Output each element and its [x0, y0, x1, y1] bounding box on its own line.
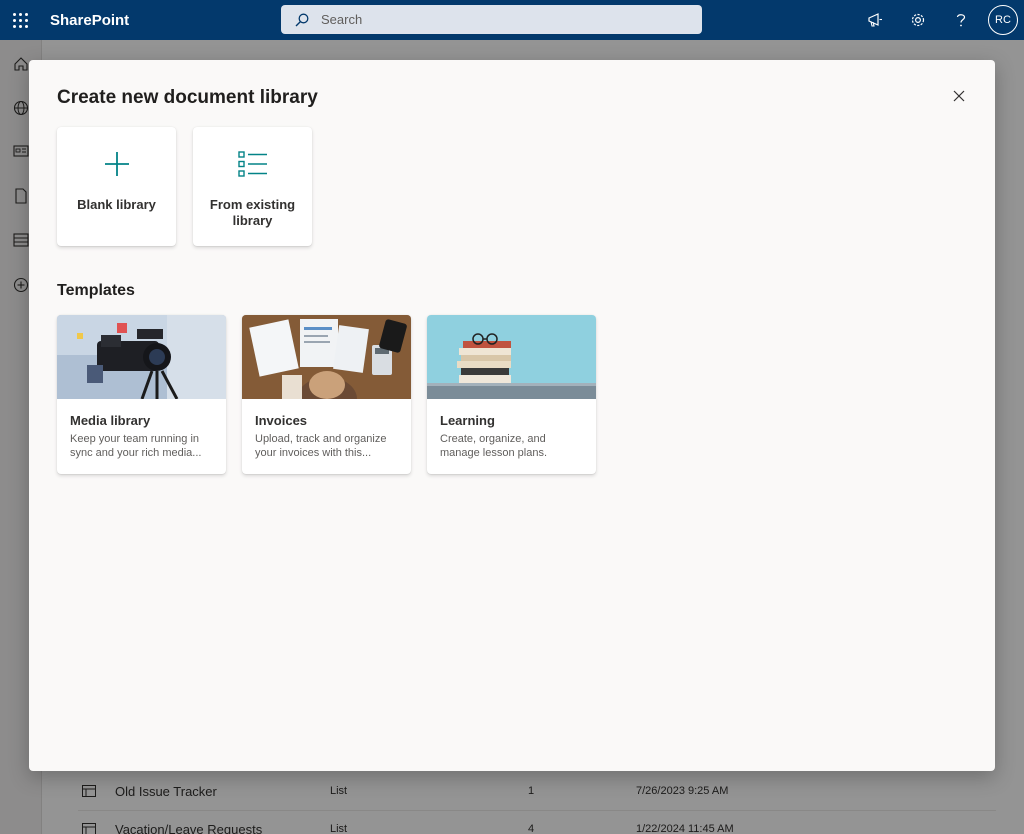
template-name: Learning — [440, 413, 495, 428]
plus-icon — [104, 152, 129, 176]
search-icon — [295, 13, 309, 26]
template-description: Upload, track and organize your invoices… — [255, 433, 387, 459]
list-icon — [237, 151, 267, 177]
template-card-invoices[interactable]: Invoices Upload, track and organize your… — [242, 315, 411, 474]
option-label: From existing library — [209, 197, 296, 228]
create-library-dialog: Create new document library Blank librar… — [29, 60, 995, 771]
megaphone-icon[interactable] — [853, 0, 896, 40]
template-description: Keep your team running in sync and your … — [70, 433, 202, 459]
gear-icon[interactable] — [896, 0, 939, 40]
help-icon[interactable] — [939, 0, 982, 40]
dialog-title: Create new document library — [57, 87, 318, 108]
template-name: Media library — [70, 413, 151, 428]
search-box[interactable]: Search — [281, 5, 702, 34]
learning-image — [427, 315, 596, 399]
template-card-media-library[interactable]: Media library Keep your team running in … — [57, 315, 226, 474]
templates-heading: Templates — [57, 282, 135, 299]
avatar[interactable]: RC — [988, 5, 1018, 35]
waffle-icon — [12, 12, 28, 28]
close-icon — [953, 90, 965, 102]
blank-library-option[interactable]: Blank library — [57, 127, 176, 246]
search-placeholder: Search — [321, 12, 363, 27]
app-launcher-button[interactable] — [0, 0, 40, 40]
from-existing-library-option[interactable]: From existing library — [193, 127, 312, 246]
invoices-image — [242, 315, 411, 399]
media-library-image — [57, 315, 226, 399]
option-label: Blank library — [77, 197, 156, 212]
suite-bar: SharePoint Search RC — [0, 0, 1024, 40]
template-card-learning[interactable]: Learning Create, organize, and manage le… — [427, 315, 596, 474]
app-name[interactable]: SharePoint — [50, 12, 129, 29]
close-button[interactable] — [949, 86, 969, 106]
template-description: Create, organize, and manage lesson plan… — [440, 433, 548, 459]
template-name: Invoices — [255, 413, 308, 428]
